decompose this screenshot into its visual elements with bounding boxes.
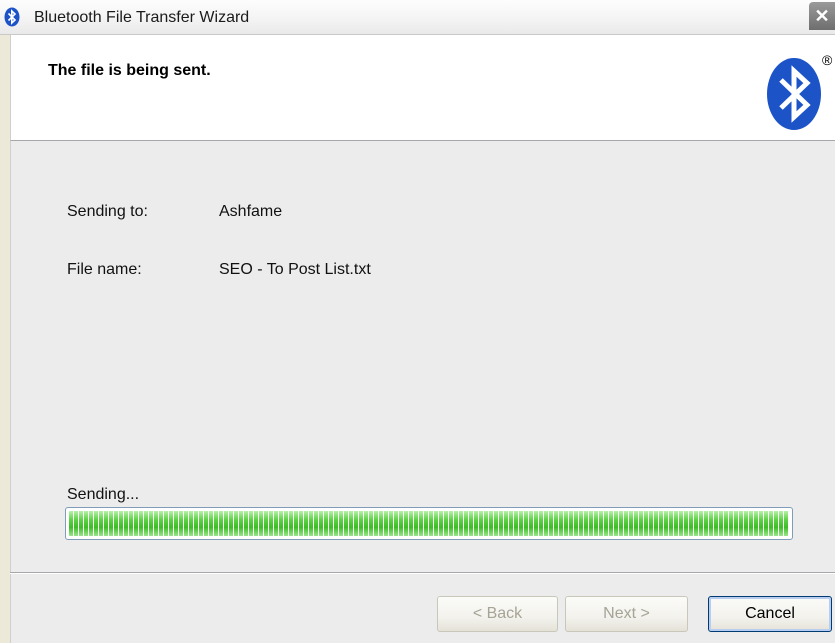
page-title: The file is being sent.	[48, 62, 211, 79]
progress-bar	[65, 507, 793, 540]
wizard-header: The file is being sent. ®	[10, 35, 835, 141]
back-button[interactable]: < Back	[437, 596, 558, 632]
progress-label: Sending...	[67, 486, 140, 503]
sending-to-value: Ashfame	[219, 203, 283, 220]
registered-mark: ®	[822, 52, 833, 68]
window-title: Bluetooth File Transfer Wizard	[34, 9, 250, 26]
bluetooth-logo: ®	[767, 52, 833, 130]
progress-bar-fill	[69, 511, 789, 536]
file-name-value: SEO - To Post List.txt	[219, 261, 371, 278]
close-button[interactable]: ✕	[809, 2, 835, 30]
sending-to-label: Sending to:	[67, 203, 148, 220]
bluetooth-icon	[4, 7, 20, 27]
file-name-label: File name:	[67, 261, 142, 278]
next-button[interactable]: Next >	[565, 596, 688, 632]
title-bar: Bluetooth File Transfer Wizard ✕	[0, 0, 835, 35]
cancel-button[interactable]: Cancel	[708, 596, 832, 632]
